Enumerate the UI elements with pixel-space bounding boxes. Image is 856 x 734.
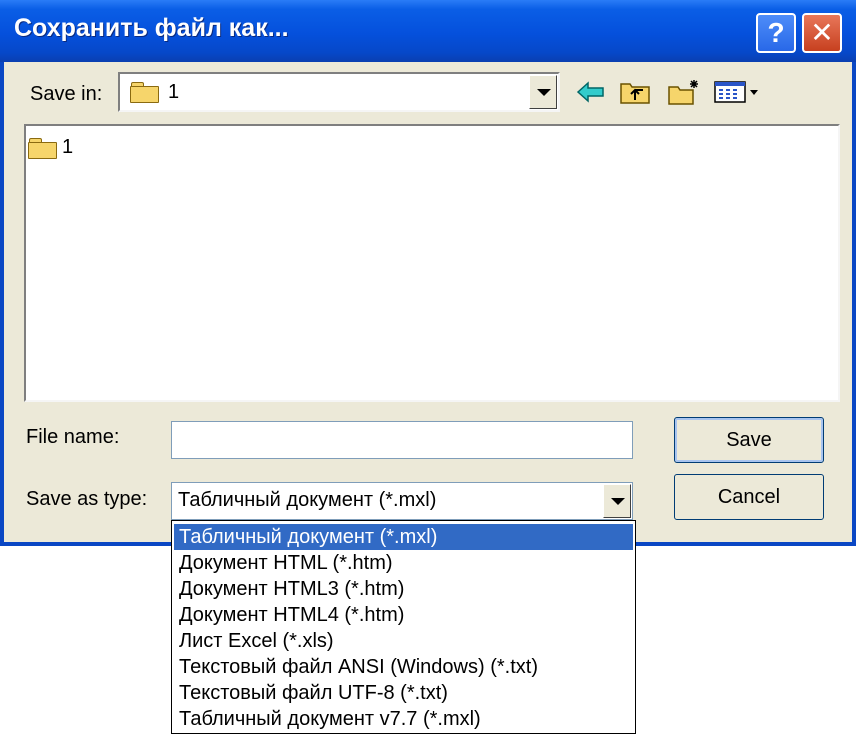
save-file-dialog: Сохранить файл как... ? ✕ Save in: 1 1 F… <box>0 0 856 546</box>
type-option[interactable]: Табличный документ (*.mxl) <box>174 524 633 550</box>
type-option[interactable]: Документ HTML (*.htm) <box>174 550 633 576</box>
help-button[interactable]: ? <box>756 13 796 53</box>
window-title: Сохранить файл как... <box>14 14 289 42</box>
title-bar[interactable]: Сохранить файл как... ? ✕ <box>0 0 856 62</box>
save-as-type-label: Save as type: <box>26 488 148 510</box>
cancel-button[interactable]: Cancel <box>674 474 824 520</box>
file-item-label: 1 <box>62 136 74 158</box>
file-list[interactable]: 1 <box>24 124 840 402</box>
view-menu-icon[interactable] <box>712 78 762 106</box>
back-arrow-icon[interactable] <box>576 78 606 106</box>
save-as-type-select[interactable]: Табличный документ (*.mxl) <box>171 482 633 520</box>
file-name-input[interactable] <box>171 421 633 459</box>
type-option[interactable]: Текстовый файл UTF-8 (*.txt) <box>174 680 633 706</box>
list-item[interactable]: 1 <box>28 136 88 162</box>
save-in-label: Save in: <box>30 83 103 105</box>
type-option[interactable]: Документ HTML3 (*.htm) <box>174 576 633 602</box>
new-folder-icon[interactable] <box>666 78 702 106</box>
folder-icon <box>130 82 159 103</box>
close-button[interactable]: ✕ <box>802 13 842 53</box>
save-as-type-dropdown-list[interactable]: Табличный документ (*.mxl) Документ HTML… <box>171 520 636 734</box>
chevron-down-icon[interactable] <box>529 75 557 109</box>
type-option[interactable]: Лист Excel (*.xls) <box>174 628 633 654</box>
folder-icon <box>28 138 57 159</box>
save-in-value: 1 <box>168 81 180 103</box>
save-as-type-value: Табличный документ (*.mxl) <box>178 489 437 511</box>
save-in-combo[interactable]: 1 <box>118 72 560 112</box>
type-option[interactable]: Табличный документ v7.7 (*.mxl) <box>174 706 633 732</box>
type-option[interactable]: Текстовый файл ANSI (Windows) (*.txt) <box>174 654 633 680</box>
chevron-down-icon[interactable] <box>603 484 631 518</box>
up-folder-icon[interactable] <box>618 78 652 106</box>
save-button[interactable]: Save <box>674 417 824 463</box>
type-option[interactable]: Документ HTML4 (*.htm) <box>174 602 633 628</box>
file-name-label: File name: <box>26 426 120 448</box>
